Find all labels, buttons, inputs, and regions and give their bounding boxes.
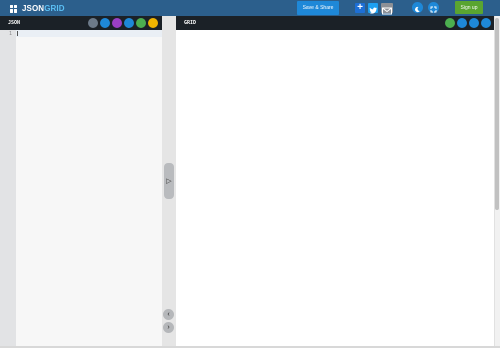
- toggle-panel-button[interactable]: ▷: [164, 163, 174, 199]
- upload-icon[interactable]: [136, 18, 146, 28]
- logo[interactable]: JSONGRID: [10, 3, 65, 14]
- plus-icon[interactable]: +: [355, 3, 365, 13]
- active-line: [16, 30, 162, 37]
- grid-view[interactable]: [176, 30, 494, 348]
- line-number: 1: [8, 31, 12, 37]
- save-share-button[interactable]: Save & Share: [297, 1, 339, 15]
- file-icon[interactable]: [124, 18, 134, 28]
- json-editor[interactable]: [16, 30, 162, 348]
- grid-search-icon[interactable]: [457, 18, 467, 28]
- collapse-icon[interactable]: [481, 18, 491, 28]
- theme-icon[interactable]: [412, 2, 423, 13]
- grid-panel-header: GRID: [176, 16, 494, 30]
- prev-arrow-button[interactable]: ‹: [163, 309, 174, 320]
- expand-icon[interactable]: [469, 18, 479, 28]
- next-arrow-button[interactable]: ›: [163, 322, 174, 333]
- text-cursor: [17, 31, 18, 36]
- twitter-icon[interactable]: [368, 3, 378, 14]
- json-panel-header: JSON: [0, 16, 162, 30]
- logo-text-accent: GRID: [44, 4, 65, 13]
- grid-panel-title: GRID: [184, 20, 197, 26]
- mail-icon[interactable]: [381, 3, 393, 15]
- filter-icon[interactable]: [445, 18, 455, 28]
- sample-icon[interactable]: [148, 18, 158, 28]
- logo-grid-icon: [10, 4, 18, 13]
- json-panel-title: JSON: [8, 20, 21, 26]
- line-gutter: [0, 30, 16, 348]
- search-icon[interactable]: [100, 18, 110, 28]
- logo-text-primary: JSON: [22, 4, 45, 13]
- signup-button[interactable]: Sign up: [455, 1, 483, 14]
- format-icon[interactable]: [112, 18, 122, 28]
- fullscreen-icon[interactable]: [428, 2, 439, 13]
- copy-icon[interactable]: [88, 18, 98, 28]
- logo-text: JSONGRID: [22, 4, 65, 13]
- top-bar: [0, 0, 500, 16]
- scrollbar-thumb[interactable]: [495, 18, 499, 210]
